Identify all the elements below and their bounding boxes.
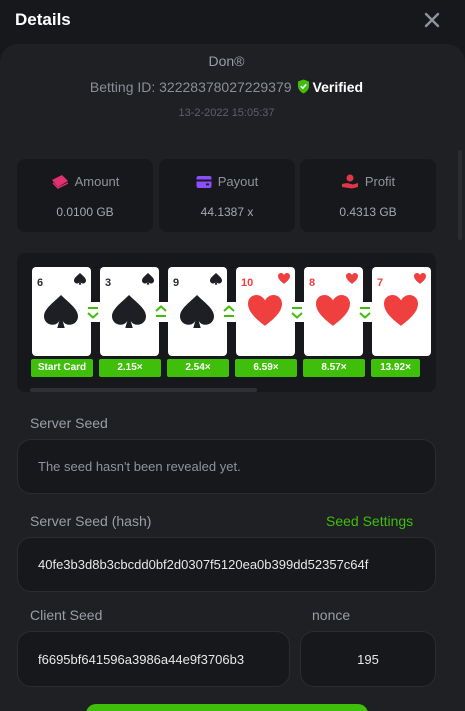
spade-suit-large-icon — [180, 295, 214, 328]
card-rank: 8 — [309, 277, 316, 289]
heart-suit-large-icon — [384, 295, 418, 326]
client-seed-field[interactable]: f6695bf641596a3986a44e9f3706b3 — [17, 631, 290, 687]
heart-suit-large-icon — [316, 295, 350, 326]
heart-suit-icon — [346, 273, 358, 284]
payout-stat: Payout 44.1387 x — [159, 159, 295, 232]
higher-arrow-icon — [151, 302, 171, 322]
multiplier-badge: 13.92× — [371, 359, 420, 377]
card-rank: 9 — [173, 277, 180, 289]
server-seed-field: The seed hasn't been revealed yet. — [17, 439, 436, 494]
betting-id-line: Betting ID: 32228378027229379 Verified — [0, 79, 453, 97]
multiplier-badge: 2.54× — [167, 359, 229, 377]
nonce-label: nonce — [312, 607, 351, 623]
heart-suit-icon — [414, 273, 426, 284]
start-card-badge: Start Card — [31, 359, 93, 377]
bet-date: 13-2-2022 15:05:37 — [178, 107, 275, 119]
modal-title: Details — [15, 10, 71, 29]
card-rank: 10 — [241, 277, 254, 289]
spade-suit-icon — [210, 273, 222, 285]
profit-stat-label: Profit — [300, 174, 436, 189]
profit-value: 0.4313 GB — [339, 205, 397, 219]
betting-id: Betting ID: 32228378027229379 — [89, 79, 292, 95]
payout-value: 44.1387 x — [200, 205, 254, 219]
amount-label: Amount — [74, 174, 120, 189]
server-seed-hash-value: 40fe3b3d8b3cbcdd0bf2d0307f5120ea0b399dd5… — [38, 557, 369, 572]
multiplier-badge: 2.15× — [99, 359, 161, 377]
close-icon[interactable] — [420, 8, 444, 32]
seed-settings-link[interactable]: Seed Settings — [326, 513, 413, 529]
spade-suit-icon — [142, 273, 154, 285]
heart-suit-icon — [278, 273, 290, 284]
server-seed-hash-field[interactable]: 40fe3b3d8b3cbcdd0bf2d0307f5120ea0b399dd5… — [17, 537, 436, 592]
bottom-action-button[interactable] — [86, 704, 368, 711]
multiplier-badge: 6.59× — [235, 359, 297, 377]
lower-arrow-icon — [287, 302, 307, 322]
money-stack-icon — [51, 175, 68, 189]
spade-suit-large-icon — [112, 295, 146, 328]
card-rank: 6 — [37, 277, 44, 289]
lower-arrow-icon — [355, 302, 375, 322]
card-rank: 7 — [377, 277, 384, 289]
heart-suit-large-icon — [248, 295, 282, 326]
client-seed-value: f6695bf641596a3986a44e9f3706b3 — [38, 651, 245, 667]
amount-stat-label: Amount — [17, 174, 153, 189]
player-name: Don® — [208, 53, 245, 69]
higher-arrow-icon — [219, 302, 239, 322]
client-seed-label: Client Seed — [30, 607, 103, 623]
spade-suit-large-icon — [44, 295, 78, 328]
server-seed-value: The seed hasn't been revealed yet. — [38, 459, 241, 474]
nonce-field[interactable]: 195 — [300, 631, 436, 687]
server-seed-hash-label: Server Seed (hash) — [30, 513, 152, 529]
payout-stat-label: Payout — [159, 174, 295, 189]
profit-label: Profit — [364, 174, 396, 189]
card-rank: 3 — [105, 277, 112, 289]
nonce-value: 195 — [357, 651, 379, 667]
lower-arrow-icon — [83, 302, 103, 322]
multiplier-badge: 8.57× — [303, 359, 365, 377]
amount-value: 0.0100 GB — [56, 205, 114, 219]
playing-card: 7 — [372, 267, 431, 356]
wallet-icon — [196, 176, 212, 188]
card-row-scrollbar[interactable] — [30, 388, 257, 392]
hand-coin-icon — [341, 174, 358, 189]
server-seed-label: Server Seed — [30, 415, 108, 431]
modal-scrollbar[interactable] — [458, 150, 462, 240]
payout-label: Payout — [217, 174, 259, 189]
profit-stat: Profit 0.4313 GB — [300, 159, 436, 232]
amount-stat: Amount 0.0100 GB — [17, 159, 153, 232]
spade-suit-icon — [74, 273, 86, 285]
verified-label: Verified — [312, 79, 364, 95]
verified-shield-icon — [297, 79, 310, 97]
modal-header: Details — [0, 0, 465, 44]
